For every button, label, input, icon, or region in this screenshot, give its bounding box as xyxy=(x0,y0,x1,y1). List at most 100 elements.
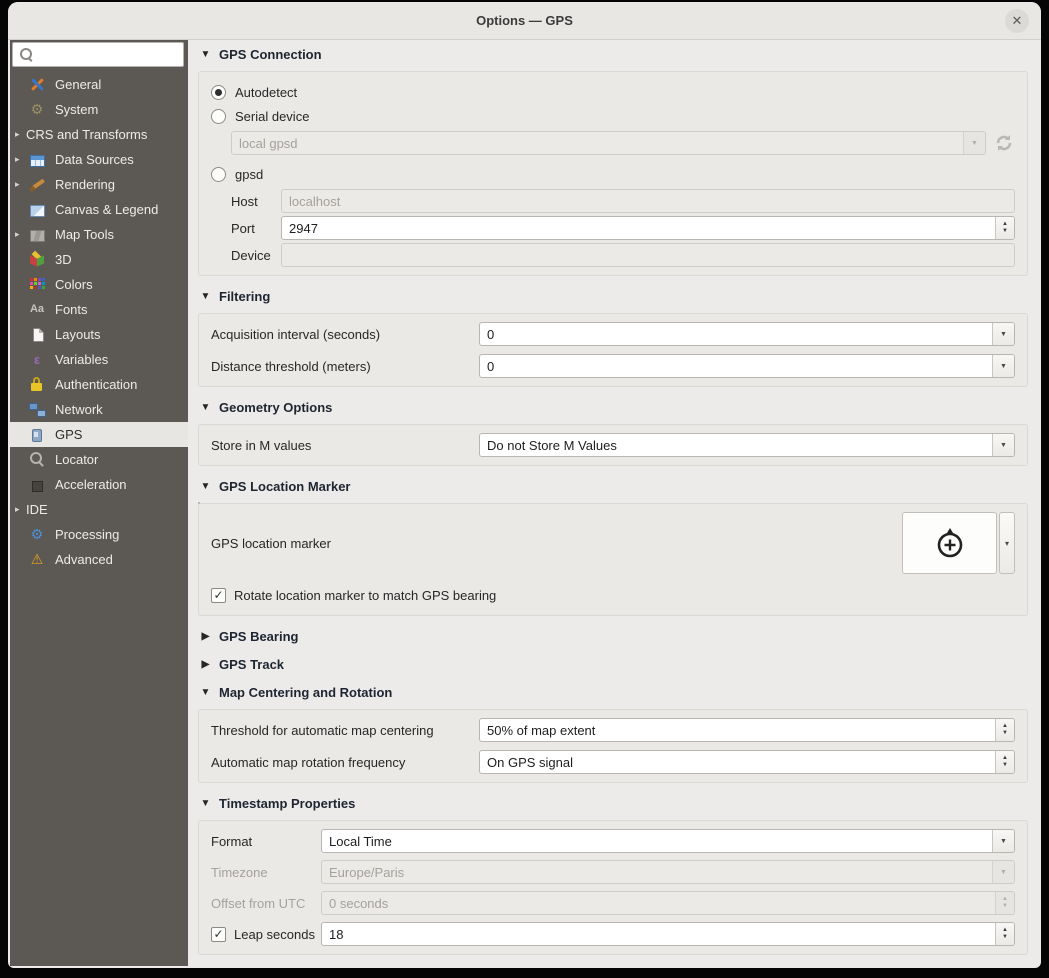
section-title: GPS Bearing xyxy=(219,629,298,644)
serial-device-radio[interactable] xyxy=(211,109,226,124)
close-icon[interactable]: ✕ xyxy=(1005,9,1029,33)
spinner-arrows-icon[interactable]: ▲▼ xyxy=(995,751,1014,773)
expand-arrow-icon[interactable]: ▸ xyxy=(10,229,26,240)
sidebar-item-advanced[interactable]: ⚠Advanced xyxy=(10,547,188,572)
sidebar-item-canvas-legend[interactable]: Canvas & Legend xyxy=(10,197,188,222)
threshold-spinbox[interactable]: 50% of map extent ▲▼ xyxy=(479,718,1015,742)
store-m-combobox[interactable]: Do not Store M Values ▼ xyxy=(479,433,1015,457)
collapse-triangle-icon[interactable]: ▼ xyxy=(200,291,211,302)
sidebar-item-layouts[interactable]: Layouts xyxy=(10,322,188,347)
collapse-triangle-icon[interactable]: ▼ xyxy=(200,49,211,60)
autodetect-radio[interactable] xyxy=(211,85,226,100)
sidebar-item-label: Data Sources xyxy=(55,152,134,167)
window-title: Options — GPS xyxy=(476,13,573,28)
marker-symbol-button[interactable] xyxy=(902,512,997,574)
sidebar-item-processing[interactable]: ⚙Processing xyxy=(10,522,188,547)
color-palette-icon xyxy=(29,276,46,293)
collapse-triangle-icon[interactable]: ▼ xyxy=(200,402,211,413)
leap-seconds-checkbox[interactable]: ✓ xyxy=(211,927,226,942)
magnifier-icon xyxy=(29,451,46,468)
section-location-marker-header[interactable]: ▼ GPS Location Marker xyxy=(200,479,1028,494)
sidebar-item-network[interactable]: Network xyxy=(10,397,188,422)
collapse-triangle-icon[interactable]: ▼ xyxy=(200,798,211,809)
spinner-arrows-icon[interactable]: ▲▼ xyxy=(995,217,1014,239)
expand-triangle-icon[interactable]: ▶ xyxy=(200,659,211,670)
sidebar-item-3d[interactable]: 3D xyxy=(10,247,188,272)
spinner-arrows-icon[interactable]: ▲▼ xyxy=(995,719,1014,741)
sidebar-item-fonts[interactable]: AaFonts xyxy=(10,297,188,322)
sidebar-item-map-tools[interactable]: ▸Map Tools xyxy=(10,222,188,247)
section-filtering-header[interactable]: ▼ Filtering xyxy=(200,289,1028,304)
sidebar-item-label: IDE xyxy=(26,502,48,517)
chip-icon xyxy=(32,481,43,492)
sidebar-item-data-sources[interactable]: ▸ Data Sources xyxy=(10,147,188,172)
chevron-down-icon[interactable]: ▼ xyxy=(992,323,1014,345)
sidebar-item-colors[interactable]: Colors xyxy=(10,272,188,297)
spinner-arrows-icon[interactable]: ▲▼ xyxy=(995,923,1014,945)
spinner-arrows-icon[interactable]: ▲▼ xyxy=(995,892,1014,914)
sidebar-item-general[interactable]: General xyxy=(10,72,188,97)
sidebar-item-label: Colors xyxy=(55,277,93,292)
marker-row: GPS location marker ▾ xyxy=(211,512,1015,574)
chevron-down-icon[interactable]: ▼ xyxy=(992,355,1014,377)
timezone-combobox[interactable]: Europe/Paris ▼ xyxy=(321,860,1015,884)
rotation-frequency-label: Automatic map rotation frequency xyxy=(211,755,479,770)
acquisition-combobox[interactable]: 0 ▼ xyxy=(479,322,1015,346)
sidebar-item-crs-and-transforms[interactable]: ▸CRS and Transforms xyxy=(10,122,188,147)
collapse-triangle-icon[interactable]: ▼ xyxy=(200,687,211,698)
leap-seconds-spinbox[interactable]: 18 ▲▼ xyxy=(321,922,1015,946)
sidebar-item-rendering[interactable]: ▸Rendering xyxy=(10,172,188,197)
serial-device-combobox[interactable]: local gpsd ▼ xyxy=(231,131,986,155)
search-input[interactable] xyxy=(37,46,183,63)
sidebar-item-locator[interactable]: Locator xyxy=(10,447,188,472)
section-timestamp-header[interactable]: ▼ Timestamp Properties xyxy=(200,796,1028,811)
gpsd-radio[interactable] xyxy=(211,167,226,182)
sidebar-search[interactable] xyxy=(12,42,184,67)
marker-dropdown-button[interactable]: ▾ xyxy=(999,512,1015,574)
timezone-row: Timezone Europe/Paris ▼ xyxy=(211,860,1015,884)
expand-arrow-icon[interactable]: ▸ xyxy=(10,129,26,140)
rotate-marker-checkbox[interactable]: ✓ xyxy=(211,588,226,603)
port-row: Port 2947 ▲▼ xyxy=(211,216,1015,240)
map-icon xyxy=(30,230,45,242)
host-field[interactable]: localhost xyxy=(281,189,1015,213)
autodetect-row: Autodetect xyxy=(211,80,1015,104)
chevron-down-icon[interactable]: ▼ xyxy=(992,434,1014,456)
rotation-frequency-spinbox[interactable]: On GPS signal ▲▼ xyxy=(479,750,1015,774)
expand-arrow-icon[interactable]: ▸ xyxy=(10,504,26,515)
section-gps-connection-header[interactable]: ▼ GPS Connection xyxy=(200,47,1028,62)
sidebar-item-acceleration[interactable]: Acceleration xyxy=(10,472,188,497)
expand-arrow-icon[interactable]: ▸ xyxy=(10,154,26,165)
offset-utc-spinbox[interactable]: 0 seconds ▲▼ xyxy=(321,891,1015,915)
chevron-down-icon[interactable]: ▼ xyxy=(992,830,1014,852)
device-row: Device xyxy=(211,243,1015,267)
marker-label: GPS location marker xyxy=(211,536,331,551)
section-geometry-options-header[interactable]: ▼ Geometry Options xyxy=(200,400,1028,415)
sidebar-item-authentication[interactable]: Authentication xyxy=(10,372,188,397)
sidebar-item-ide[interactable]: ▸IDE xyxy=(10,497,188,522)
sidebar-item-label: Locator xyxy=(55,452,98,467)
refresh-icon[interactable] xyxy=(993,132,1015,154)
chevron-down-icon[interactable]: ▼ xyxy=(992,861,1014,883)
expand-arrow-icon[interactable]: ▸ xyxy=(10,179,26,190)
port-value: 2947 xyxy=(282,221,995,236)
sidebar-item-system[interactable]: ⚙System xyxy=(10,97,188,122)
format-combobox[interactable]: Local Time ▼ xyxy=(321,829,1015,853)
processing-gear-icon: ⚙ xyxy=(29,526,46,543)
section-gps-track-header[interactable]: ▶ GPS Track xyxy=(200,657,1028,672)
distance-combobox[interactable]: 0 ▼ xyxy=(479,354,1015,378)
sidebar-item-gps[interactable]: GPS xyxy=(10,422,188,447)
leap-seconds-label-group: ✓ Leap seconds xyxy=(211,927,321,942)
section-gps-bearing-header[interactable]: ▶ GPS Bearing xyxy=(200,629,1028,644)
settings-panel: ▼ GPS Connection Autodetect Serial devic… xyxy=(198,40,1028,964)
table-icon xyxy=(30,155,45,167)
port-spinbox[interactable]: 2947 ▲▼ xyxy=(281,216,1015,240)
section-title: GPS Location Marker xyxy=(219,479,350,494)
expand-triangle-icon[interactable]: ▶ xyxy=(200,631,211,642)
device-field[interactable] xyxy=(281,243,1015,267)
chevron-down-icon[interactable]: ▼ xyxy=(963,132,985,154)
timestamp-group: Format Local Time ▼ Timezone Europe/Pari… xyxy=(198,820,1028,955)
section-map-centering-header[interactable]: ▼ Map Centering and Rotation xyxy=(200,685,1028,700)
collapse-triangle-icon[interactable]: ▼ xyxy=(200,481,211,492)
sidebar-item-variables[interactable]: εVariables xyxy=(10,347,188,372)
